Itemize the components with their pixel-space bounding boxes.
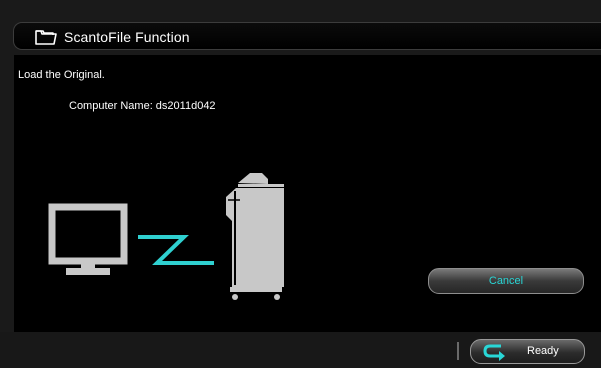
screen: ScantoFile Function Load the Original. C… — [0, 0, 601, 368]
bottom-bar: Ready — [0, 332, 601, 368]
divider — [457, 342, 459, 360]
ready-label: Ready — [527, 345, 559, 357]
scanner-device-icon — [226, 173, 284, 300]
cancel-button[interactable]: Cancel — [428, 268, 584, 294]
page-title: ScantoFile Function — [64, 29, 190, 45]
title-bar: ScantoFile Function — [13, 22, 601, 50]
folder-icon — [35, 30, 57, 45]
connection-line — [138, 235, 214, 265]
return-arrow-icon — [483, 344, 505, 361]
main-panel: Load the Original. Computer Name: ds2011… — [14, 55, 601, 332]
ready-button[interactable]: Ready — [470, 339, 585, 364]
computer-monitor-icon — [48, 203, 128, 275]
